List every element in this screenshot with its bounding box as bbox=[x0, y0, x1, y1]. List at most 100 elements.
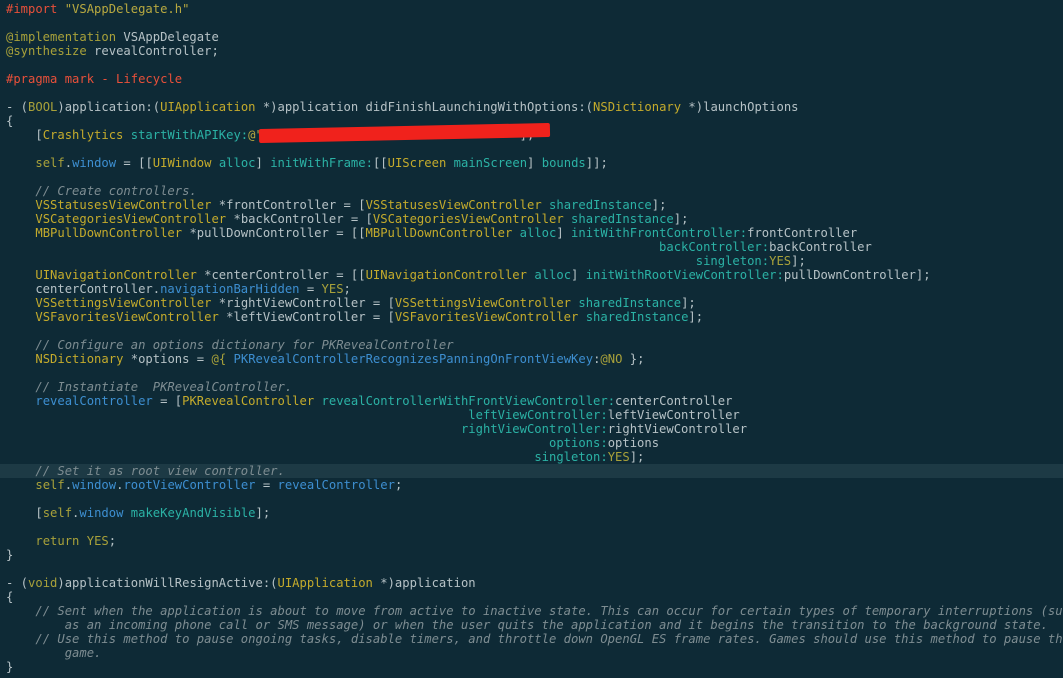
code-line[interactable]: // Instantiate PKRevealController. bbox=[0, 380, 1063, 394]
code-line[interactable]: [self.window makeKeyAndVisible]; bbox=[0, 506, 1063, 520]
code-line[interactable]: game. bbox=[0, 646, 1063, 660]
code-token-plain: ; bbox=[343, 282, 351, 296]
code-line[interactable]: @synthesize revealController; bbox=[0, 44, 1063, 58]
code-token-kw: @synthesize bbox=[6, 44, 87, 58]
code-token-meth: initWithRootViewController: bbox=[585, 268, 784, 282]
code-line[interactable] bbox=[0, 142, 1063, 156]
code-line[interactable]: UINavigationController *centerController… bbox=[0, 268, 1063, 282]
current-code-line[interactable]: // Set it as root view controller. bbox=[0, 464, 1063, 478]
code-line[interactable]: #import "VSAppDelegate.h" bbox=[0, 2, 1063, 16]
code-line[interactable] bbox=[0, 170, 1063, 184]
code-token-plain: = [ bbox=[152, 394, 183, 408]
code-editor[interactable]: #import "VSAppDelegate.h" @implementation… bbox=[0, 0, 1063, 678]
code-line[interactable]: // Configure an options dictionary for P… bbox=[0, 338, 1063, 352]
code-line[interactable]: // Sent when the application is about to… bbox=[0, 604, 1063, 618]
code-line[interactable]: // Use this method to pause ongoing task… bbox=[0, 632, 1063, 646]
code-line[interactable]: singleton:YES]; bbox=[0, 254, 1063, 268]
code-token-cls: VSSettingsViewController bbox=[35, 296, 212, 310]
code-token-cls: VSFavoritesViewController bbox=[35, 310, 219, 324]
code-token-plain: [ bbox=[6, 506, 43, 520]
code-line[interactable]: self.window = [[UIWindow alloc] initWith… bbox=[0, 156, 1063, 170]
code-token-meth: bounds bbox=[541, 156, 586, 170]
code-token-plain: ]; bbox=[791, 254, 806, 268]
code-line[interactable] bbox=[0, 366, 1063, 380]
code-line[interactable]: #pragma mark - Lifecycle bbox=[0, 72, 1063, 86]
code-token-cmt: // Sent when the application is about to… bbox=[35, 604, 1063, 618]
code-token-plain: *frontController = [ bbox=[211, 198, 366, 212]
code-token-kw: self bbox=[42, 506, 73, 520]
code-line[interactable] bbox=[0, 58, 1063, 72]
code-line[interactable] bbox=[0, 324, 1063, 338]
code-token-meth: rightViewController: bbox=[460, 422, 608, 436]
code-token-cls: UINavigationController bbox=[365, 268, 527, 282]
code-token-plain: pullDownController]; bbox=[783, 268, 931, 282]
code-line[interactable]: [Crashlytics startWithAPIKey:@" "]; bbox=[0, 122, 1063, 144]
code-token-plain: revealController; bbox=[86, 44, 219, 58]
code-token-plain: [[ bbox=[372, 156, 388, 170]
code-token-meth: sharedInstance bbox=[578, 296, 682, 310]
code-line[interactable]: self.window.rootViewController = revealC… bbox=[0, 478, 1063, 492]
code-token-cls: VSSettingsViewController bbox=[394, 296, 572, 310]
code-line[interactable]: VSFavoritesViewController *leftViewContr… bbox=[0, 310, 1063, 324]
code-token-cls: UINavigationController bbox=[35, 268, 197, 282]
code-token-pp: #pragma mark - Lifecycle bbox=[6, 72, 183, 86]
code-line[interactable]: revealController = [PKRevealController r… bbox=[0, 394, 1063, 408]
code-line[interactable]: return YES; bbox=[0, 534, 1063, 548]
code-token-plain: } bbox=[6, 548, 14, 562]
code-token-str: "VSAppDelegate.h" bbox=[64, 2, 190, 16]
code-token-cls: UIApplication bbox=[277, 576, 373, 590]
code-line[interactable]: VSCategoriesViewController *backControll… bbox=[0, 212, 1063, 226]
code-line[interactable]: leftViewController:leftViewController bbox=[0, 408, 1063, 422]
code-token-cls: VSCategoriesViewController bbox=[372, 212, 564, 226]
code-token-plain: ]; bbox=[681, 296, 696, 310]
code-line[interactable]: rightViewController:rightViewController bbox=[0, 422, 1063, 436]
code-line[interactable]: as an incoming phone call or SMS message… bbox=[0, 618, 1063, 632]
code-token-meth: alloc bbox=[519, 226, 557, 240]
code-line[interactable]: backController:backController bbox=[0, 240, 1063, 254]
code-line[interactable]: - (BOOL)application:(UIApplication *)app… bbox=[0, 100, 1063, 114]
code-line[interactable] bbox=[0, 16, 1063, 30]
code-line[interactable]: VSSettingsViewController *rightViewContr… bbox=[0, 296, 1063, 310]
code-line[interactable]: options:options bbox=[0, 436, 1063, 450]
code-token-plain: . bbox=[64, 156, 73, 170]
code-line[interactable] bbox=[0, 86, 1063, 100]
code-token-plain: ]; bbox=[688, 310, 704, 324]
code-line[interactable]: } bbox=[0, 660, 1063, 674]
code-token-kw: void bbox=[28, 576, 58, 590]
code-token-cls: MBPullDownController bbox=[35, 226, 183, 240]
code-token-plain: ] bbox=[527, 156, 542, 170]
code-line[interactable]: MBPullDownController *pullDownController… bbox=[0, 226, 1063, 240]
code-line[interactable] bbox=[0, 492, 1063, 506]
code-token-plain: rightViewController bbox=[607, 422, 748, 436]
code-token-meth: mainScreen bbox=[453, 156, 528, 170]
code-token-plain: *pullDownController = [[ bbox=[182, 226, 366, 240]
code-line[interactable] bbox=[0, 562, 1063, 576]
code-line[interactable]: NSDictionary *options = @{ PKRevealContr… bbox=[0, 352, 1063, 366]
code-line[interactable]: centerController.navigationBarHidden = Y… bbox=[0, 282, 1063, 296]
code-line[interactable]: - (void)applicationWillResignActive:(UIA… bbox=[0, 576, 1063, 590]
code-line[interactable]: singleton:YES]; bbox=[0, 450, 1063, 464]
code-line[interactable]: } bbox=[0, 548, 1063, 562]
code-line[interactable]: VSStatusesViewController *frontControlle… bbox=[0, 198, 1063, 212]
code-line[interactable] bbox=[0, 520, 1063, 534]
code-line[interactable]: @implementation VSAppDelegate bbox=[0, 30, 1063, 44]
code-token-plain: { bbox=[6, 114, 14, 128]
code-token-plain: )applicationWillResignActive:( bbox=[57, 576, 278, 590]
code-line[interactable]: { bbox=[0, 590, 1063, 604]
code-line[interactable]: // Create controllers. bbox=[0, 184, 1063, 198]
code-token-plain: *backController = [ bbox=[226, 212, 373, 226]
